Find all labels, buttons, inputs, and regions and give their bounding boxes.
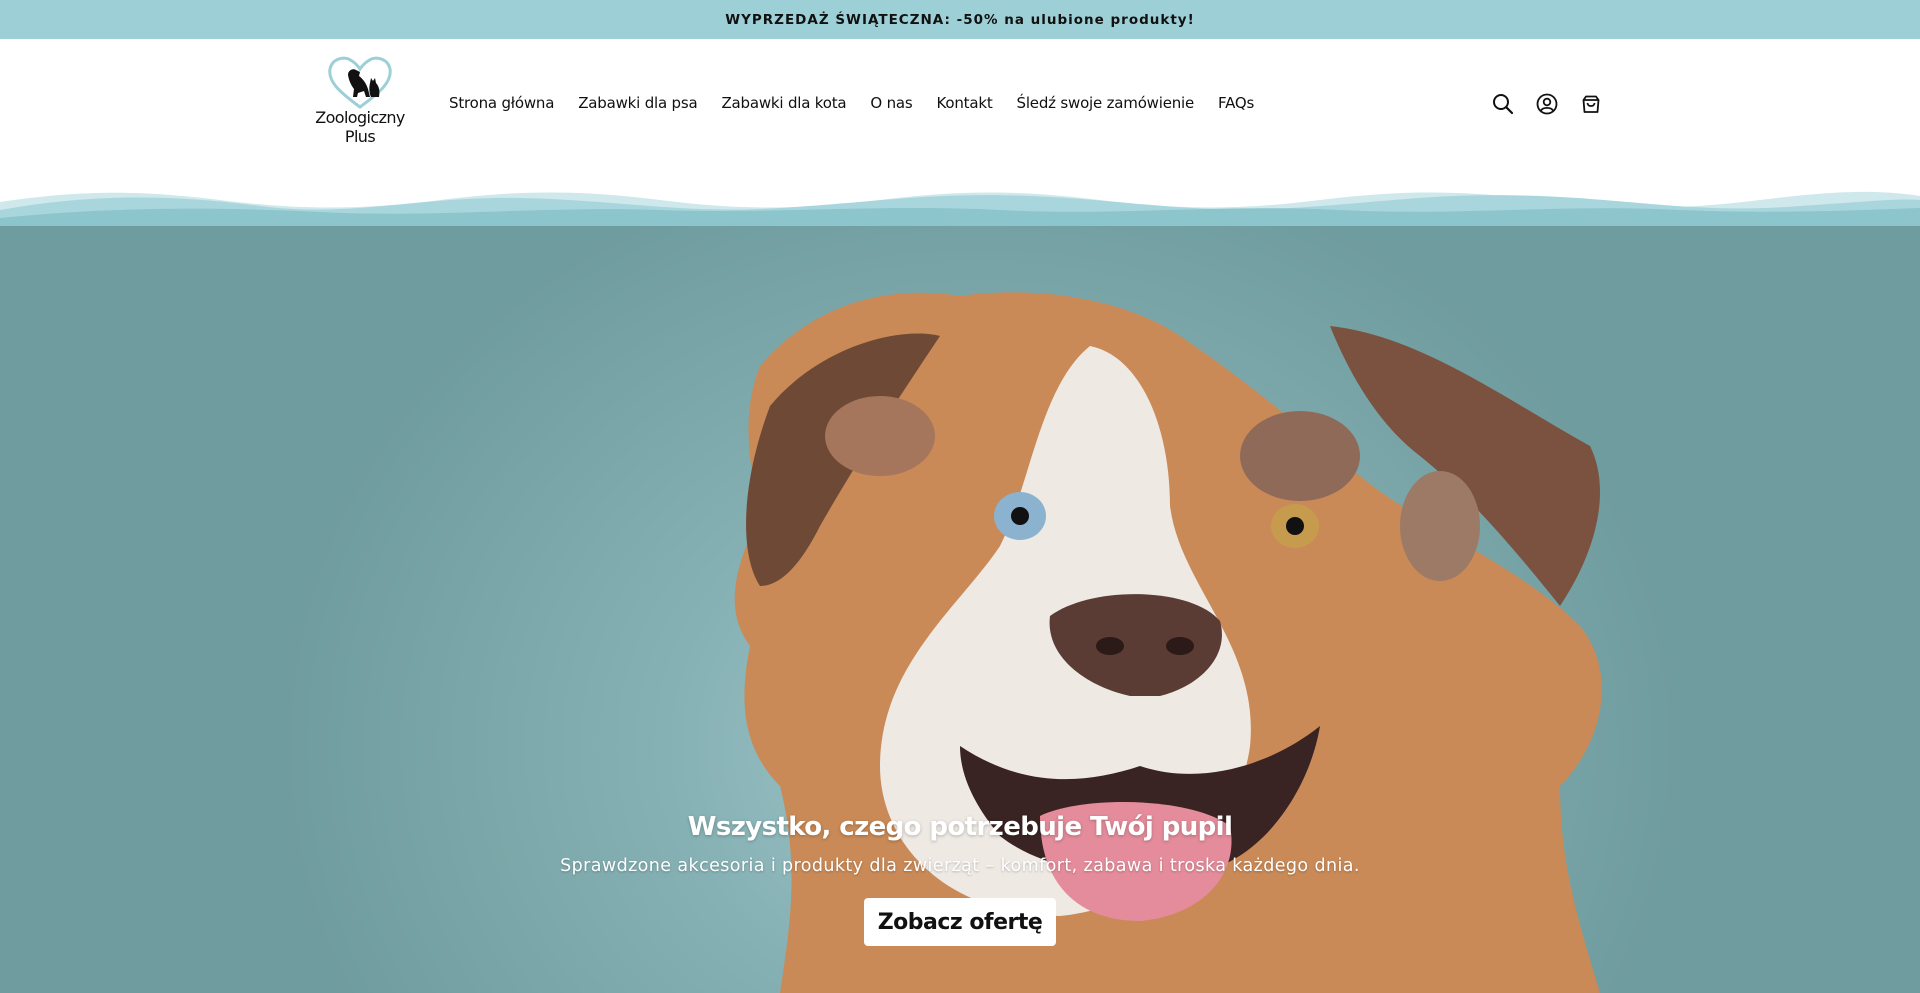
nav-item-contact[interactable]: Kontakt <box>937 94 993 112</box>
announcement-text: WYPRZEDAŻ ŚWIĄTECZNA: -50% na ulubione p… <box>725 11 1195 28</box>
heart-pet-logo-icon <box>328 56 392 109</box>
hero-title: Wszystko, czego potrzebuje Twój pupil <box>687 812 1233 842</box>
nav-item-faqs[interactable]: FAQs <box>1218 94 1254 112</box>
nav-item-cat-toys[interactable]: Zabawki dla kota <box>721 94 846 112</box>
brand-name-line2: Plus <box>344 127 376 146</box>
announcement-bar: WYPRZEDAŻ ŚWIĄTECZNA: -50% na ulubione p… <box>0 0 1920 39</box>
brand-logo[interactable]: Zoologiczny Plus <box>308 53 412 153</box>
nav-item-home[interactable]: Strona główna <box>449 94 554 112</box>
hero-banner: Wszystko, czego potrzebuje Twój pupil Sp… <box>0 226 1920 993</box>
search-icon[interactable] <box>1490 91 1516 117</box>
site-header: Zoologiczny Plus Strona główna Zabawki d… <box>0 39 1920 191</box>
nav-item-about[interactable]: O nas <box>870 94 912 112</box>
account-icon[interactable] <box>1534 91 1560 117</box>
cart-icon[interactable] <box>1578 91 1604 117</box>
nav-item-track-order[interactable]: Śledź swoje zamówienie <box>1017 94 1195 112</box>
dog-photo <box>734 292 1602 993</box>
nav-item-dog-toys[interactable]: Zabawki dla psa <box>578 94 697 112</box>
brand-name-line1: Zoologiczny <box>315 108 405 127</box>
header-icons <box>1490 91 1604 117</box>
main-nav: Strona główna Zabawki dla psa Zabawki dl… <box>449 94 1278 112</box>
hero-subtitle: Sprawdzone akcesoria i produkty dla zwie… <box>560 856 1360 876</box>
brand-name: Zoologiczny Plus <box>308 108 412 146</box>
view-offer-button[interactable]: Zobacz ofertę <box>864 898 1056 946</box>
wave-divider <box>0 191 1920 228</box>
